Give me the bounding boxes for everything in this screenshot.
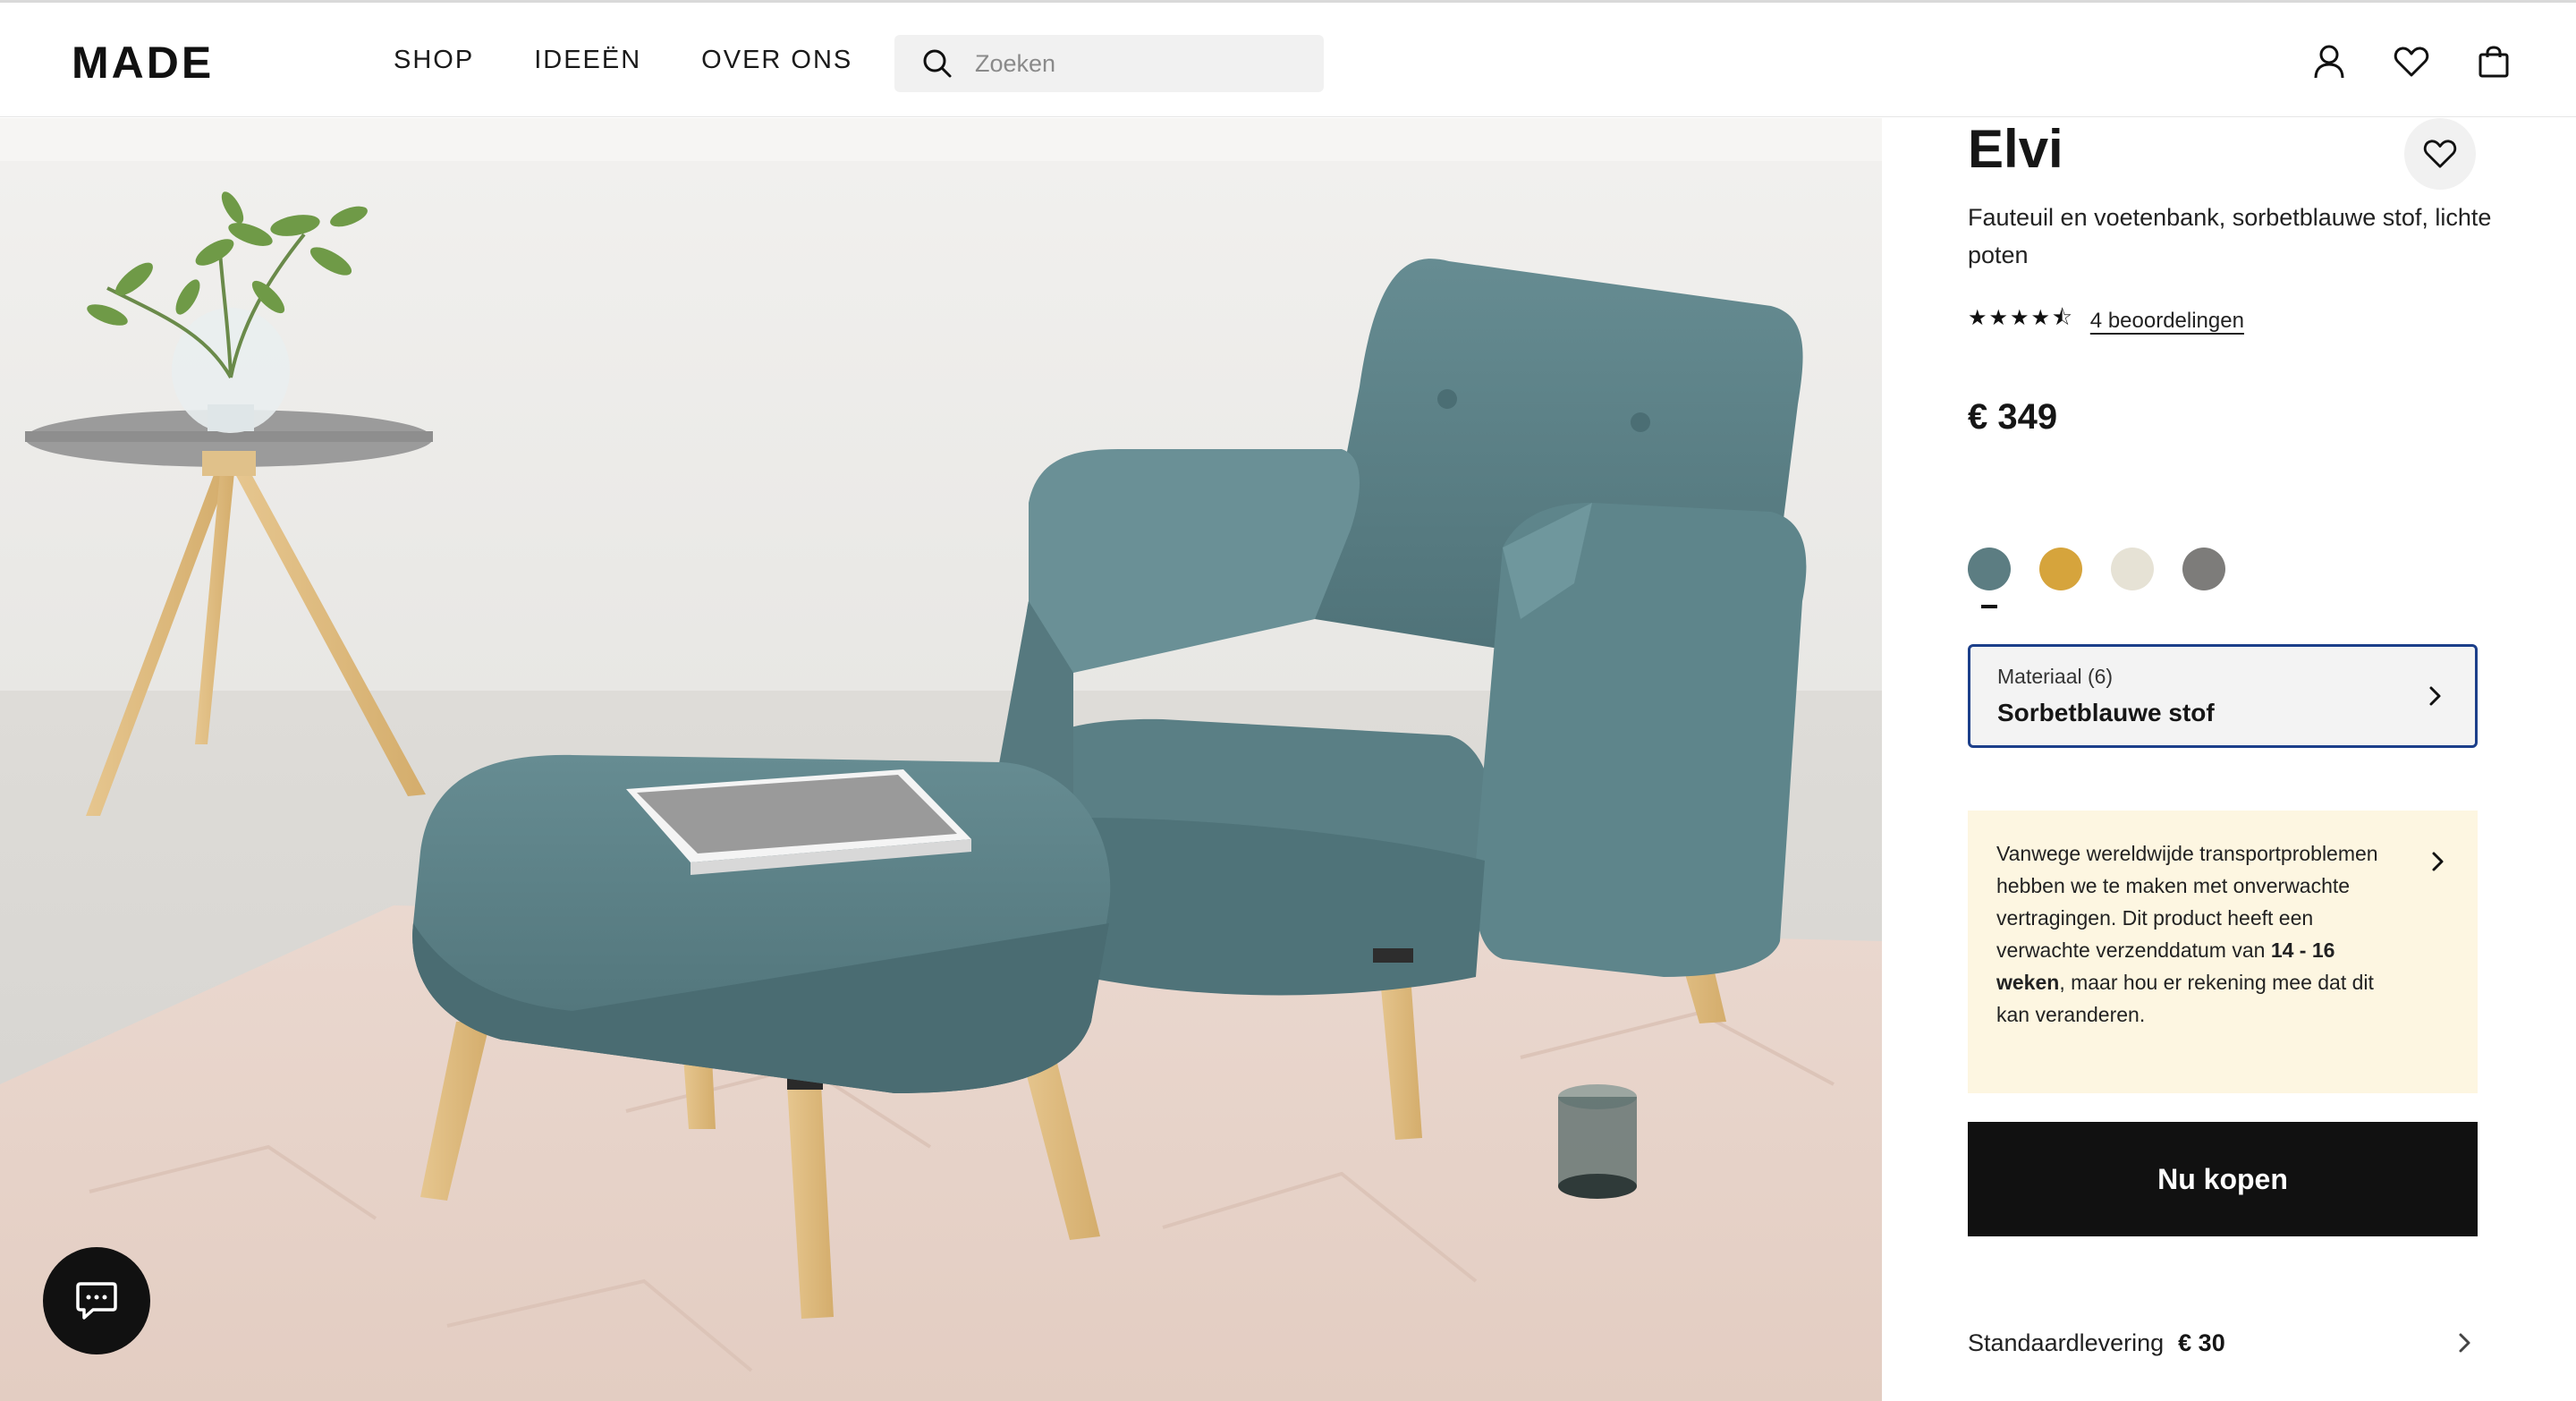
material-value: Sorbetblauwe stof — [1997, 699, 2215, 726]
swatch-2[interactable] — [2111, 548, 2154, 590]
site-header: MADE SHOP IDEEËN OVER ONS — [0, 0, 2576, 117]
nav-over-ons[interactable]: OVER ONS — [701, 46, 852, 75]
buy-now-button[interactable]: Nu kopen — [1968, 1122, 2478, 1236]
shopping-bag-icon[interactable] — [2474, 42, 2513, 81]
user-icon[interactable] — [2309, 42, 2349, 81]
main-nav: SHOP IDEEËN OVER ONS — [394, 46, 912, 75]
delivery-price: € 30 — [2178, 1329, 2225, 1356]
product-details: Elvi Fauteuil en voetenbank, sorbetblauw… — [1882, 118, 2576, 1401]
standard-delivery[interactable]: Standaardlevering € 30 — [1968, 1320, 2478, 1365]
material-selector[interactable]: Materiaal (6) Sorbetblauwe stof — [1968, 644, 2478, 748]
product-title: Elvi — [1968, 119, 2063, 179]
product-description: Fauteuil en voetenbank, sorbetblauwe sto… — [1968, 204, 2492, 268]
heart-icon[interactable] — [2392, 42, 2431, 81]
chat-button[interactable] — [43, 1247, 150, 1354]
search-icon[interactable] — [919, 46, 955, 81]
chevron-right-icon — [2429, 686, 2441, 706]
swatch-0[interactable] — [1968, 548, 2011, 608]
product-price: € 349 — [1968, 397, 2058, 437]
product-image[interactable] — [0, 118, 1882, 1401]
search-input[interactable] — [975, 49, 1315, 78]
swatch-1[interactable] — [2039, 548, 2082, 590]
made-logo[interactable]: MADE — [72, 37, 214, 89]
material-label: Materiaal (6) — [1997, 665, 2114, 688]
product-rating: ★★★★⯪ 4 beoordelingen — [1968, 302, 2244, 339]
color-swatches — [1968, 548, 2254, 608]
heart-icon — [2423, 140, 2457, 168]
nav-shop[interactable]: SHOP — [394, 46, 474, 75]
nav-ideeen[interactable]: IDEEËN — [534, 46, 641, 75]
delivery-label: Standaardlevering — [1968, 1329, 2165, 1356]
notice-text: Vanwege wereldwijde transportproblemen h… — [1996, 842, 2378, 1026]
chevron-right-icon — [2432, 852, 2444, 871]
swatch-3[interactable] — [2182, 548, 2225, 590]
wishlist-button[interactable] — [2404, 118, 2476, 190]
chevron-right-icon — [2459, 1333, 2470, 1353]
chat-icon — [76, 1282, 117, 1320]
delivery-delay-notice[interactable]: Vanwege wereldwijde transportproblemen h… — [1968, 811, 2478, 1093]
header-actions — [2267, 42, 2513, 81]
star-rating-icon: ★★★★⯪ — [1968, 306, 2074, 330]
reviews-link[interactable]: 4 beoordelingen — [2090, 309, 2244, 334]
search-bar[interactable] — [894, 35, 1324, 92]
